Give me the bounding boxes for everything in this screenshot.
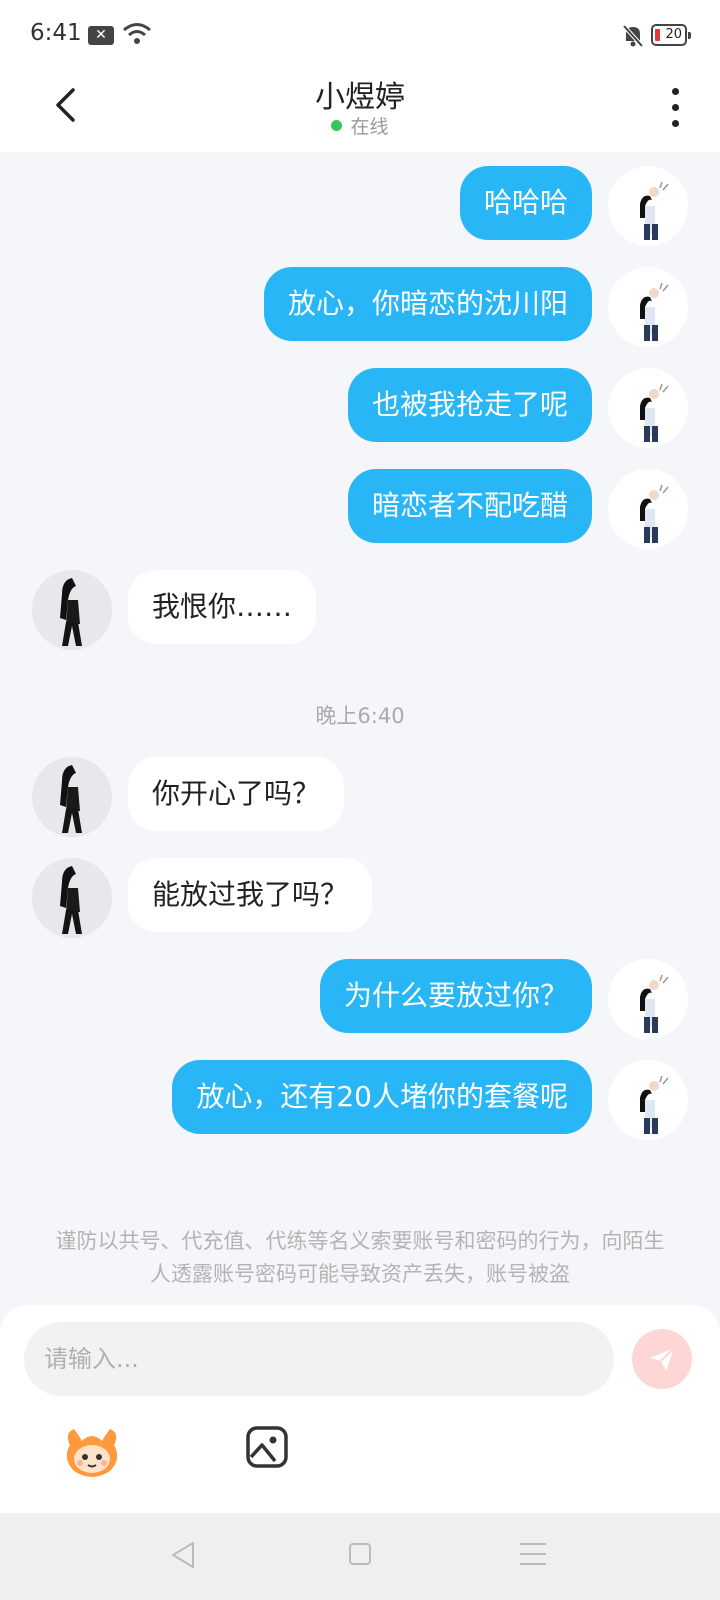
avatar[interactable] [32, 757, 112, 837]
avatar[interactable] [608, 959, 688, 1039]
more-vertical-icon [672, 88, 679, 95]
more-dot [672, 104, 679, 111]
message-bubble[interactable]: 也被我抢走了呢 [347, 368, 592, 442]
security-warning: 谨防以共号、代充值、代练等名义索要账号和密码的行为，向陌生人透露账号密码可能导致… [55, 1229, 665, 1286]
message-outgoing: 哈哈哈 [0, 166, 720, 246]
status-time: 6:41 [30, 20, 82, 46]
avatar[interactable] [608, 469, 688, 549]
contact-avatar-icon [32, 570, 112, 650]
message-input[interactable] [24, 1322, 614, 1396]
message-outgoing: 暗恋者不配吃醋 [0, 469, 720, 549]
online-status-label: 在线 [350, 116, 389, 138]
online-dot-icon [331, 120, 343, 131]
message-outgoing: 放心，你暗恋的沈川阳 [0, 267, 720, 347]
notification-icon: ✕ [88, 26, 114, 45]
message-outgoing: 放心，还有20人堵你的套餐呢 [0, 1060, 720, 1140]
triangle-back-icon [172, 1542, 194, 1568]
battery-icon: 20 [651, 24, 691, 46]
avatar[interactable] [608, 267, 688, 347]
mute-bell-icon [622, 24, 644, 52]
wifi-icon [122, 22, 152, 50]
girl-avatar-icon [608, 1060, 688, 1140]
image-icon [246, 1426, 288, 1468]
message-incoming: 你开心了吗？ [0, 757, 720, 837]
avatar[interactable] [608, 368, 688, 448]
status-bar: 6:41 ✕ 20 [0, 0, 720, 72]
girl-avatar-icon [608, 166, 688, 246]
message-bubble[interactable]: 为什么要放过你？ [319, 959, 592, 1033]
avatar[interactable] [32, 858, 112, 938]
contact-name: 小煜婷 [315, 80, 405, 115]
message-bubble[interactable]: 我恨你…… [128, 570, 317, 644]
girl-avatar-icon [608, 469, 688, 549]
message-bubble[interactable]: 放心，还有20人堵你的套餐呢 [172, 1060, 592, 1134]
message-bubble[interactable]: 能放过我了吗？ [128, 858, 373, 932]
message-bubble[interactable]: 你开心了吗？ [128, 757, 345, 831]
more-options-button[interactable] [654, 82, 694, 132]
contact-avatar-icon [32, 757, 112, 837]
emoji-mascot-icon [66, 1429, 118, 1477]
menu-line [520, 1563, 546, 1565]
message-outgoing: 也被我抢走了呢 [0, 368, 720, 448]
message-bubble[interactable]: 放心，你暗恋的沈川阳 [263, 267, 592, 341]
message-incoming: 能放过我了吗？ [0, 858, 720, 938]
composer [0, 1305, 720, 1513]
avatar[interactable] [32, 570, 112, 650]
avatar[interactable] [608, 166, 688, 246]
message-bubble[interactable]: 暗恋者不配吃醋 [347, 469, 592, 543]
nav-home-button[interactable] [349, 1543, 371, 1565]
message-timestamp: 晚上6:40 [315, 704, 405, 728]
send-icon [650, 1347, 675, 1371]
girl-avatar-icon [608, 368, 688, 448]
nav-back-button[interactable] [170, 1541, 196, 1573]
message-outgoing: 为什么要放过你？ [0, 959, 720, 1039]
emoji-button[interactable] [60, 1425, 124, 1479]
online-status: 在线 [0, 112, 720, 139]
girl-avatar-icon [608, 959, 688, 1039]
send-button[interactable] [632, 1329, 692, 1389]
image-button[interactable] [245, 1425, 293, 1473]
avatar[interactable] [608, 1060, 688, 1140]
message-bubble[interactable]: 哈哈哈 [459, 166, 592, 240]
message-incoming: 我恨你…… [0, 570, 720, 650]
nav-recents-button[interactable] [520, 1543, 546, 1573]
menu-icon [520, 1543, 546, 1545]
chat-header: 小煜婷 在线 [0, 72, 720, 152]
contact-avatar-icon [32, 858, 112, 938]
menu-line [520, 1553, 546, 1555]
system-nav-bar [0, 1513, 720, 1600]
more-dot [672, 120, 679, 127]
girl-avatar-icon [608, 267, 688, 347]
